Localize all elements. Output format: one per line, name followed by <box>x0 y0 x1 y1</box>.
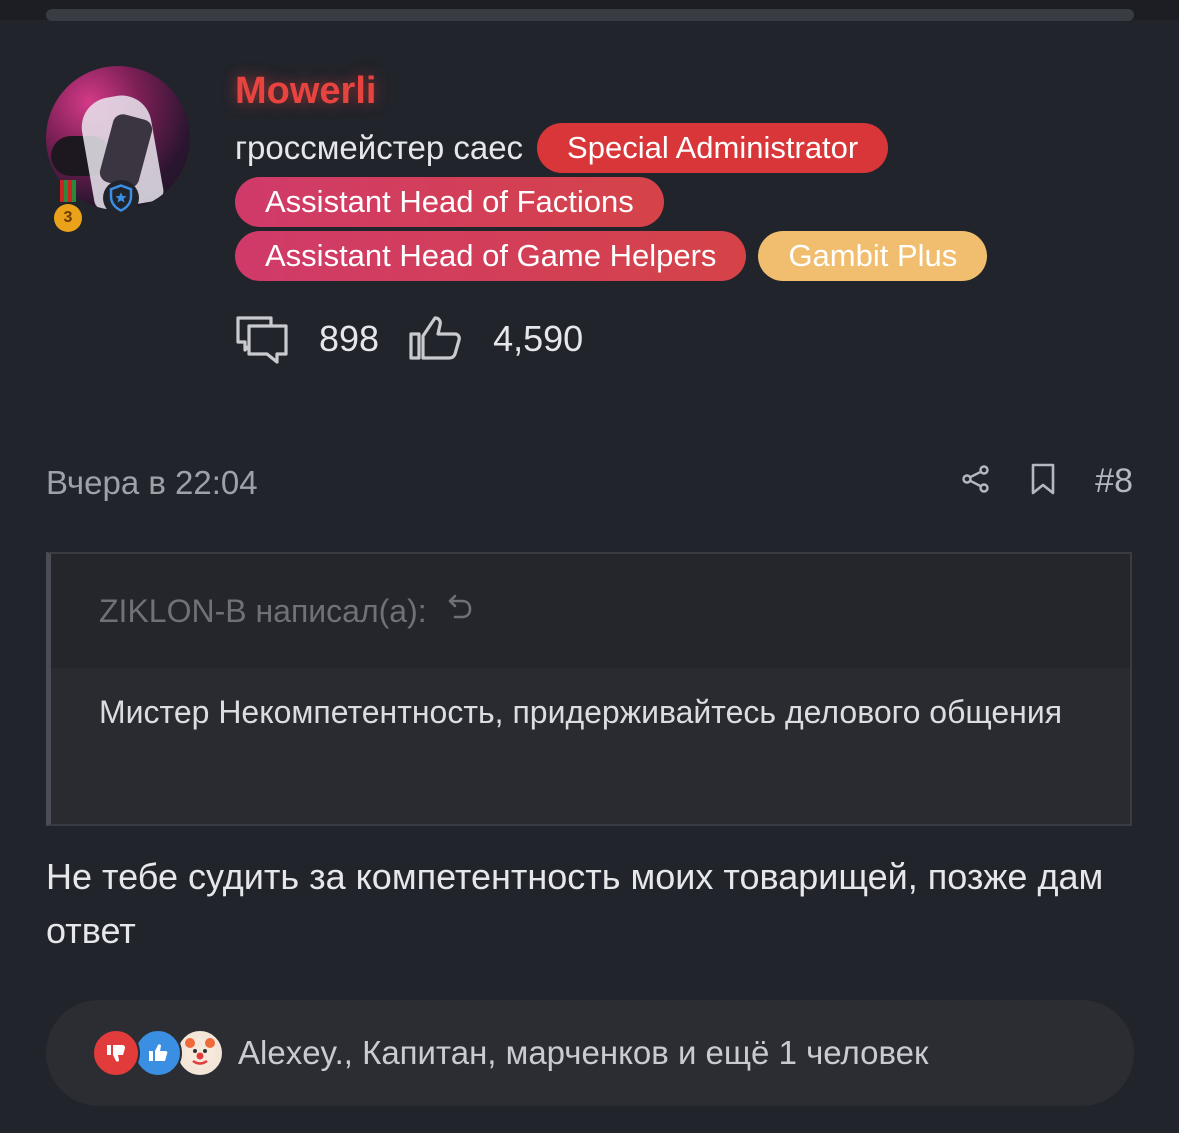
likes-count: 4,590 <box>493 318 584 359</box>
badge-row: Assistant Head of Game Helpers Gambit Pl… <box>235 231 988 281</box>
post-number-link[interactable]: #8 <box>1095 462 1133 501</box>
like-reaction-icon <box>134 1029 182 1077</box>
post-actions: #8 <box>961 462 1133 501</box>
clown-reaction-icon <box>176 1029 224 1077</box>
bookmark-icon[interactable] <box>1029 462 1057 501</box>
dislike-reaction-icon <box>92 1029 140 1077</box>
share-icon[interactable] <box>961 464 991 499</box>
badge-assistant-head-game-helpers: Assistant Head of Game Helpers <box>235 231 747 281</box>
shield-star-icon <box>103 180 139 216</box>
reply-arrow-icon[interactable] <box>445 592 475 630</box>
badge-assistant-head-factions: Assistant Head of Factions <box>235 177 664 227</box>
top-panel-edge <box>0 0 1179 21</box>
user-stats: 898 4,590 <box>235 312 583 366</box>
medal-icon: 3 <box>54 180 82 236</box>
badge-special-administrator: Special Administrator <box>537 123 889 173</box>
messages-count: 898 <box>319 318 380 359</box>
medal-number: 3 <box>54 204 82 232</box>
quote-text: Мистер Некомпетентность, придерживайтесь… <box>99 694 1063 730</box>
badge-gambit-plus: Gambit Plus <box>758 231 988 281</box>
messages-icon <box>235 312 289 366</box>
post-timestamp[interactable]: Вчера в 22:04 <box>46 464 258 502</box>
quote-block: ZIKLON-B написал(а): Мистер Некомпетентн… <box>46 552 1132 826</box>
thumbs-up-icon <box>409 312 463 366</box>
quote-header[interactable]: ZIKLON-B написал(а): <box>51 554 1130 668</box>
post-message: Не тебе судить за компетентность моих то… <box>46 856 1104 951</box>
quote-author[interactable]: ZIKLON-B написал(а): <box>99 593 427 630</box>
reactions-bar[interactable]: Alexey., Капитан, марченков и ещё 1 чело… <box>46 1000 1134 1106</box>
reactions-users[interactable]: Alexey., Капитан, марченков и ещё 1 чело… <box>238 1034 928 1072</box>
user-title: гроссмейстер саес <box>235 129 524 166</box>
username[interactable]: Mowerli <box>235 70 376 113</box>
user-title-row: гроссмейстер саес Special Administrator <box>235 123 889 173</box>
scroll-indicator[interactable] <box>46 9 1134 21</box>
badge-row: Assistant Head of Factions <box>235 177 664 227</box>
